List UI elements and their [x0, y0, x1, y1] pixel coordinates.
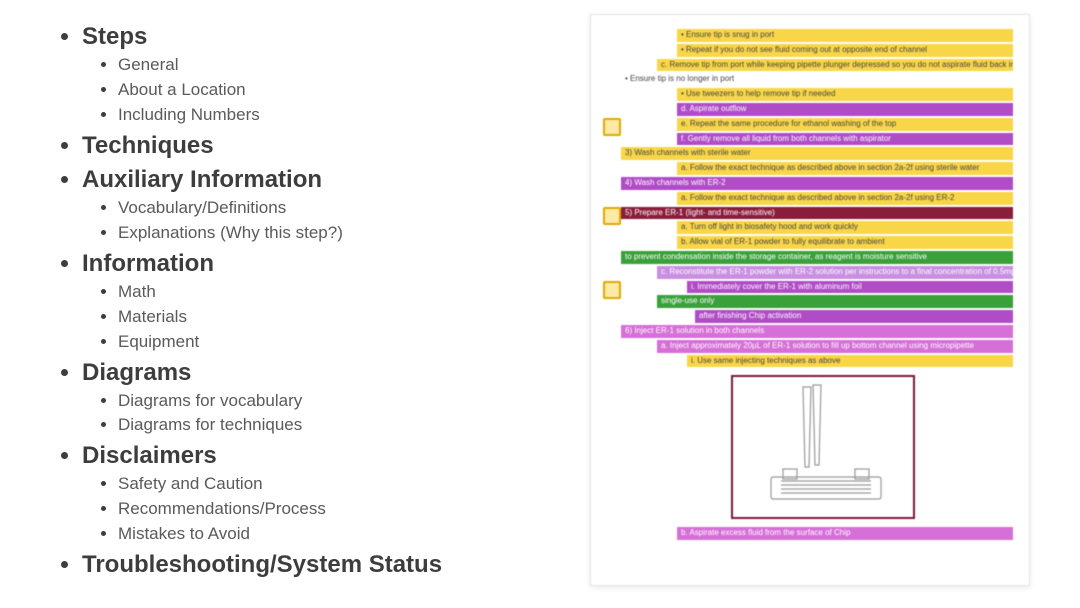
outline-sub: Diagrams for vocabulary [118, 390, 540, 413]
doc-line: 4) Wash channels with ER-2 [621, 177, 1013, 190]
doc-line: d. Aspirate outflow [677, 103, 1013, 116]
diagram-box [731, 375, 915, 519]
outline-item-steps: Steps General About a Location Including… [82, 22, 540, 127]
doc-line: c. Reconstitute the ER-1 powder with ER-… [657, 266, 1013, 279]
doc-line: single-use only [657, 295, 1013, 308]
doc-panel: • Ensure tip is snug in port • Repeat if … [540, 0, 1080, 608]
doc-line: a. Inject approximately 20µL of ER-1 sol… [657, 340, 1013, 353]
doc-line: • Ensure tip is no longer in port [621, 73, 1013, 86]
outline-sub: Including Numbers [118, 104, 540, 127]
pipette-chip-diagram-icon [733, 377, 913, 517]
outline-item-troubleshooting: Troubleshooting/System Status [82, 550, 540, 580]
outline-item-disclaimers: Disclaimers Safety and Caution Recommend… [82, 441, 540, 546]
outline-sub: Mistakes to Avoid [118, 523, 540, 546]
outline-sub: General [118, 54, 540, 77]
outline-label: Information [82, 250, 214, 277]
outline-item-aux: Auxiliary Information Vocabulary/Definit… [82, 165, 540, 245]
outline-sub: About a Location [118, 79, 540, 102]
outline-sub: Equipment [118, 331, 540, 354]
outline-sub: Vocabulary/Definitions [118, 197, 540, 220]
doc-line: i. Use same injecting techniques as abov… [687, 355, 1013, 368]
outline-label: Techniques [82, 132, 214, 159]
doc-line: • Repeat if you do not see fluid coming … [677, 44, 1013, 57]
doc-line: • Ensure tip is snug in port [677, 29, 1013, 42]
doc-line: b. Aspirate excess fluid from the surfac… [677, 527, 1013, 540]
outline-sub: Recommendations/Process [118, 498, 540, 521]
outline-label: Disclaimers [82, 442, 217, 469]
doc-line: to prevent condensation inside the stora… [621, 251, 1013, 264]
outline-label: Troubleshooting/System Status [82, 551, 442, 578]
slide: Steps General About a Location Including… [0, 0, 1080, 608]
doc-line: a. Follow the exact technique as describ… [677, 192, 1013, 205]
outline-sub: Explanations (Why this step?) [118, 222, 540, 245]
doc-line: after finishing Chip activation [695, 310, 1013, 323]
comment-marker-icon [603, 207, 621, 225]
doc-line: e. Repeat the same procedure for ethanol… [677, 118, 1013, 131]
comment-marker-icon [603, 118, 621, 136]
outline-sub: Diagrams for techniques [118, 414, 540, 437]
outline-item-info: Information Math Materials Equipment [82, 249, 540, 354]
doc-line: b. Allow vial of ER-1 powder to fully eq… [677, 236, 1013, 249]
outline-label: Auxiliary Information [82, 166, 322, 193]
doc-line: i. Immediately cover the ER-1 with alumi… [687, 281, 1013, 294]
doc-line: 6) Inject ER-1 solution in both channels [621, 325, 1013, 338]
doc-line: a. Follow the exact technique as describ… [677, 162, 1013, 175]
doc-line: c. Remove tip from port while keeping pi… [657, 59, 1013, 72]
outline-sub: Materials [118, 306, 540, 329]
doc-line: f. Gently remove all liquid from both ch… [677, 133, 1013, 146]
doc-page: • Ensure tip is snug in port • Repeat if … [590, 14, 1030, 586]
doc-line: 3) Wash channels with sterile water [621, 147, 1013, 160]
outline-item-diagrams: Diagrams Diagrams for vocabulary Diagram… [82, 358, 540, 438]
outline-item-techniques: Techniques [82, 131, 540, 161]
comment-marker-icon [603, 281, 621, 299]
doc-line: • Use tweezers to help remove tip if nee… [677, 88, 1013, 101]
outline-sub: Safety and Caution [118, 473, 540, 496]
outline-panel: Steps General About a Location Including… [0, 0, 540, 608]
doc-line: a. Turn off light in biosafety hood and … [677, 221, 1013, 234]
outline-list: Steps General About a Location Including… [60, 22, 540, 580]
outline-label: Steps [82, 23, 147, 50]
outline-label: Diagrams [82, 359, 191, 386]
outline-sub: Math [118, 281, 540, 304]
doc-line: 5) Prepare ER-1 (light- and time-sensiti… [621, 207, 1013, 220]
